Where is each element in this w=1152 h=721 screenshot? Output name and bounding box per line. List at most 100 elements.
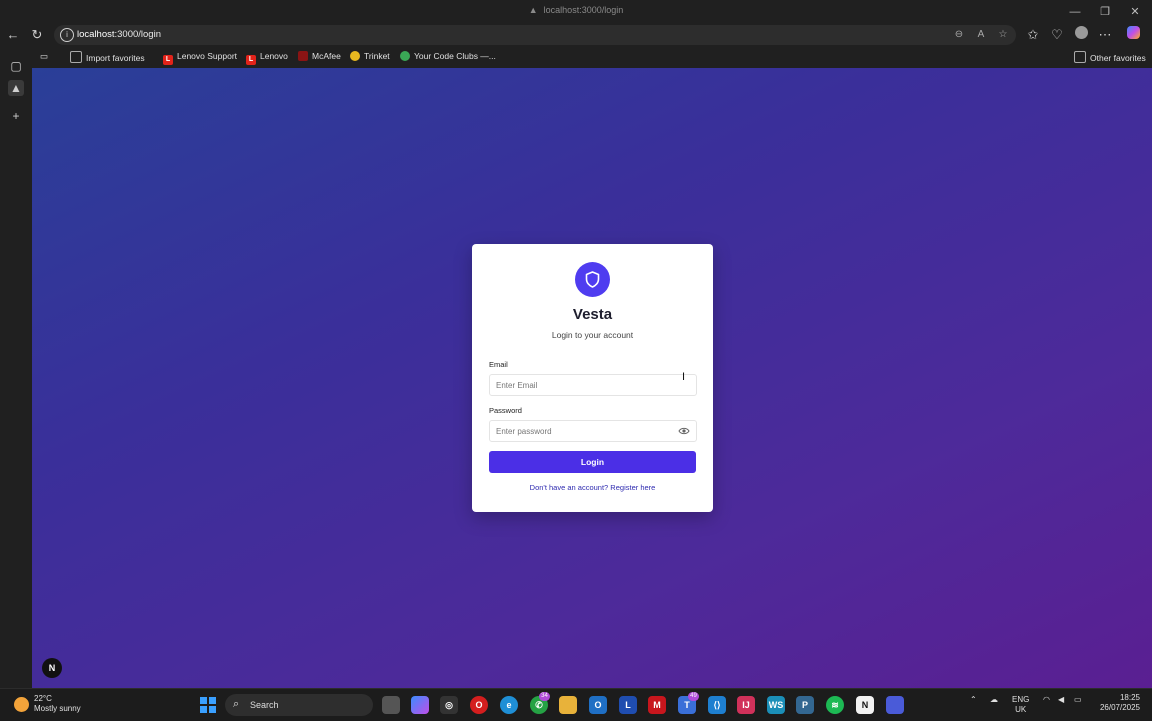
- file-explorer-icon[interactable]: [559, 696, 577, 714]
- profile-avatar-icon[interactable]: [1072, 26, 1090, 44]
- zoom-icon[interactable]: ⊖: [952, 28, 966, 42]
- windows-start-icon[interactable]: [200, 697, 216, 713]
- password-input[interactable]: [490, 422, 676, 441]
- read-aloud-icon[interactable]: A: [974, 28, 988, 42]
- weather-desc: Mostly sunny: [34, 704, 81, 713]
- url-host: localhost: [77, 29, 115, 40]
- restore-button[interactable]: ❐: [1090, 3, 1120, 21]
- edge-icon[interactable]: e: [500, 696, 518, 714]
- chevron-up-icon[interactable]: ⌃: [970, 695, 977, 704]
- bookmark-label: Your Code Clubs —...: [414, 51, 496, 61]
- split-screen-icon[interactable]: ▭: [40, 51, 48, 62]
- browser-essentials-icon[interactable]: ♡: [1048, 26, 1066, 44]
- minimize-button[interactable]: —: [1060, 3, 1090, 21]
- email-field-wrapper: [489, 374, 697, 396]
- bookmark-label: Trinket: [364, 51, 390, 61]
- other-favorites[interactable]: Other favorites: [1074, 51, 1146, 63]
- app-logo: [575, 262, 610, 297]
- bookmark-lenovo[interactable]: L Lenovo: [246, 51, 288, 65]
- clock-date: 26/07/2025: [1099, 703, 1140, 712]
- outlook-icon[interactable]: O: [589, 696, 607, 714]
- whatsapp-badge: 34: [539, 692, 550, 701]
- email-input[interactable]: [490, 376, 676, 395]
- app-name: Vesta: [572, 306, 613, 323]
- copilot-app-icon[interactable]: [411, 696, 429, 714]
- lenovo-icon: L: [163, 55, 173, 65]
- bookmark-lenovo-support[interactable]: L Lenovo Support: [163, 51, 237, 65]
- taskbar: 22°C Mostly sunny ⌕ Search ◎ O e ✆ 34 O …: [0, 688, 1152, 721]
- trinket-icon: [350, 51, 360, 61]
- favorites-icon[interactable]: ✩: [1024, 26, 1042, 44]
- bookmark-trinket[interactable]: Trinket: [350, 51, 390, 61]
- notion-icon[interactable]: N: [856, 696, 874, 714]
- lang-line1: ENG: [1012, 695, 1030, 704]
- back-arrow-icon[interactable]: ←: [4, 26, 22, 44]
- language-indicator[interactable]: ENG UK: [1012, 695, 1029, 715]
- favorite-star-icon[interactable]: ☆: [996, 28, 1010, 42]
- nextjs-dev-badge[interactable]: N: [42, 658, 62, 678]
- bookmark-code-clubs[interactable]: Your Code Clubs —...: [400, 51, 496, 61]
- url-text[interactable]: localhost:3000/login: [77, 29, 161, 40]
- bookmark-import-favorites[interactable]: Import favorites: [70, 51, 145, 63]
- active-tab-icon[interactable]: ▲: [8, 80, 24, 96]
- code-clubs-icon: [400, 51, 410, 61]
- wifi-icon[interactable]: ◠: [1043, 695, 1050, 704]
- close-button[interactable]: ✕: [1120, 3, 1150, 21]
- bookmark-mcafee[interactable]: McAfee: [298, 51, 341, 61]
- other-favorites-label: Other favorites: [1090, 53, 1146, 63]
- clock-time: 18:25: [1119, 693, 1140, 702]
- url-path: :3000/login: [114, 29, 161, 40]
- login-button[interactable]: Login: [489, 451, 696, 473]
- info-icon[interactable]: i: [60, 28, 74, 42]
- mcafee-app-icon[interactable]: M: [648, 696, 666, 714]
- import-icon: [70, 51, 82, 63]
- address-bar-row: ← ↻ i localhost:3000/login ⊖ A ☆ ✩ ♡ ⋯: [0, 24, 1152, 46]
- tab-actions-icon[interactable]: ▢: [8, 58, 24, 74]
- search-icon: ⌕: [233, 698, 240, 710]
- login-subtitle: Login to your account: [551, 330, 634, 340]
- lenovo-app-icon[interactable]: L: [619, 696, 637, 714]
- login-card: Vesta Login to your account Email Passwo…: [472, 244, 713, 512]
- text-cursor-icon: I: [682, 371, 686, 383]
- taskbar-search[interactable]: ⌕ Search: [225, 694, 373, 716]
- shield-icon: [585, 271, 600, 288]
- bookmark-label: Import favorites: [86, 53, 145, 63]
- search-label: Search: [250, 700, 279, 710]
- teams-badge: 49: [688, 692, 699, 701]
- browser-titlebar: ▲ localhost:3000/login — ❐ ✕: [0, 0, 1152, 24]
- studio-app-icon[interactable]: [886, 696, 904, 714]
- weather-temp: 22°C: [34, 694, 52, 703]
- more-menu-icon[interactable]: ⋯: [1096, 26, 1114, 44]
- triangle-icon: ▲: [528, 5, 538, 15]
- folder-icon: [1074, 51, 1086, 63]
- clock[interactable]: 18:25 26/07/2025: [1100, 693, 1140, 713]
- register-link[interactable]: Don't have an account? Register here: [472, 483, 713, 492]
- eye-icon[interactable]: [678, 425, 690, 437]
- battery-icon[interactable]: ▭: [1074, 695, 1082, 704]
- password-field-wrapper: [489, 420, 697, 442]
- bookmark-label: McAfee: [312, 51, 341, 61]
- password-label: Password: [489, 406, 522, 415]
- task-view-icon[interactable]: [382, 696, 400, 714]
- refresh-icon[interactable]: ↻: [28, 26, 46, 44]
- sun-icon: [14, 697, 29, 712]
- window-title-text: localhost:3000/login: [543, 5, 624, 15]
- vscode-icon[interactable]: ⟨⟩: [708, 696, 726, 714]
- spotify-icon[interactable]: ≋: [826, 696, 844, 714]
- url-field[interactable]: i localhost:3000/login ⊖ A ☆: [54, 25, 1016, 45]
- chatgpt-icon[interactable]: ◎: [440, 696, 458, 714]
- new-tab-icon[interactable]: +: [8, 108, 24, 124]
- window-title: ▲ localhost:3000/login: [0, 5, 1152, 15]
- lenovo-icon: L: [246, 55, 256, 65]
- volume-icon[interactable]: ◀: [1058, 695, 1064, 704]
- copilot-icon[interactable]: [1124, 26, 1142, 44]
- postgres-icon[interactable]: P: [796, 696, 814, 714]
- favorites-bar: ▭ Import favorites L Lenovo Support L Leno…: [32, 46, 1152, 68]
- intellij-icon[interactable]: IJ: [737, 696, 755, 714]
- webstorm-icon[interactable]: WS: [767, 696, 785, 714]
- onedrive-icon[interactable]: ☁: [990, 695, 998, 704]
- bookmark-label: Lenovo: [260, 51, 288, 61]
- browser-sidebar: ▢ ▲ +: [0, 46, 32, 688]
- opera-icon[interactable]: O: [470, 696, 488, 714]
- page-background: Vesta Login to your account Email Passwo…: [32, 68, 1152, 688]
